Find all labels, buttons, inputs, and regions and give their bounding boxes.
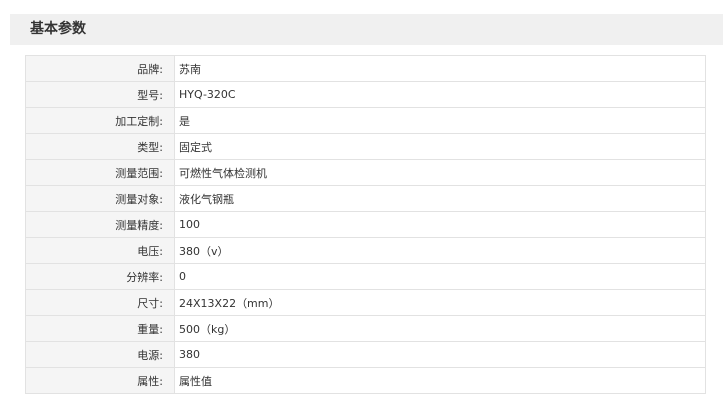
spec-row-voltage: 电压: 380（v） — [25, 237, 706, 264]
spec-value: 380（v） — [174, 237, 706, 264]
spec-label: 属性: — [25, 367, 175, 394]
spec-label: 测量范围: — [25, 159, 175, 186]
spec-table: 品牌: 苏南 型号: HYQ-320C 加工定制: 是 类型: 固定式 测量范围… — [25, 55, 706, 394]
spec-value: 0 — [174, 263, 706, 290]
spec-value: 液化气钢瓶 — [174, 185, 706, 212]
spec-label: 电压: — [25, 237, 175, 264]
spec-label: 尺寸: — [25, 289, 175, 316]
spec-label: 重量: — [25, 315, 175, 342]
spec-label: 加工定制: — [25, 107, 175, 134]
section-title: 基本参数 — [30, 21, 86, 37]
spec-label: 型号: — [25, 81, 175, 108]
spec-label: 电源: — [25, 341, 175, 368]
spec-row-precision: 测量精度: 100 — [25, 211, 706, 238]
spec-row-attribute: 属性: 属性值 — [25, 367, 706, 394]
section-header: 基本参数 — [10, 14, 723, 45]
spec-value: 可燃性气体检测机 — [174, 159, 706, 186]
spec-value: HYQ-320C — [174, 81, 706, 108]
spec-row-brand: 品牌: 苏南 — [25, 55, 706, 82]
spec-label: 品牌: — [25, 55, 175, 82]
spec-value: 380 — [174, 341, 706, 368]
spec-row-power: 电源: 380 — [25, 341, 706, 368]
spec-row-weight: 重量: 500（kg） — [25, 315, 706, 342]
spec-value: 24X13X22（mm） — [174, 289, 706, 316]
spec-row-model: 型号: HYQ-320C — [25, 81, 706, 108]
spec-row-measuring-object: 测量对象: 液化气钢瓶 — [25, 185, 706, 212]
spec-label: 测量对象: — [25, 185, 175, 212]
spec-label: 分辨率: — [25, 263, 175, 290]
spec-value: 属性值 — [174, 367, 706, 394]
spec-row-customization: 加工定制: 是 — [25, 107, 706, 134]
spec-value: 100 — [174, 211, 706, 238]
spec-value: 500（kg） — [174, 315, 706, 342]
spec-label: 测量精度: — [25, 211, 175, 238]
spec-label: 类型: — [25, 133, 175, 160]
spec-row-resolution: 分辨率: 0 — [25, 263, 706, 290]
spec-row-size: 尺寸: 24X13X22（mm） — [25, 289, 706, 316]
spec-value: 固定式 — [174, 133, 706, 160]
spec-row-type: 类型: 固定式 — [25, 133, 706, 160]
spec-value: 是 — [174, 107, 706, 134]
spec-value: 苏南 — [174, 55, 706, 82]
spec-row-measuring-range: 测量范围: 可燃性气体检测机 — [25, 159, 706, 186]
